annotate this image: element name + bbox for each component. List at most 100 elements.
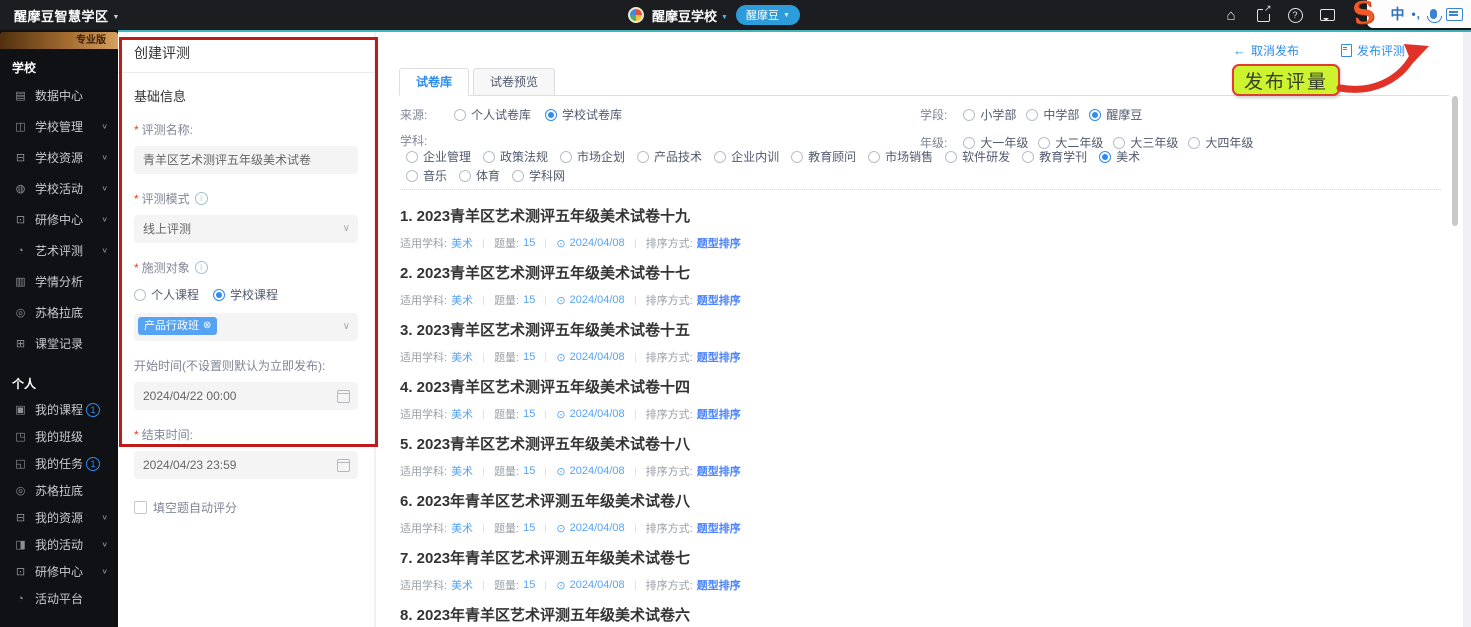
- subject-option[interactable]: 产品技术: [637, 148, 702, 165]
- clock-icon: [556, 465, 565, 478]
- radio-personal-course[interactable]: 个人课程: [134, 286, 199, 303]
- sidebar-item-my-tasks[interactable]: 我的任务 1: [0, 450, 118, 477]
- paper-title[interactable]: 1. 2023青羊区艺术测评五年级美术试卷十九: [400, 196, 1449, 226]
- paper-title[interactable]: 8. 2023年青羊区艺术评测五年级美术试卷六: [400, 595, 1449, 625]
- sidebar-item-school-resources[interactable]: 学校资源: [0, 142, 118, 173]
- assessment-name-input[interactable]: 青羊区艺术测评五年级美术试卷: [134, 146, 358, 174]
- microphone-icon[interactable]: [1430, 9, 1437, 19]
- grade-option[interactable]: 大一年级: [963, 134, 1028, 151]
- radio-stage-primary[interactable]: 小学部: [963, 106, 1016, 123]
- paper-meta: 适用学科:美术 题量:15 2024/04/08 排序方式:题型排序: [400, 292, 1449, 308]
- panel-title: 创建评测: [118, 32, 374, 73]
- paper-title[interactable]: 3. 2023青羊区艺术测评五年级美术试卷十五: [400, 310, 1449, 340]
- cancel-publish-button[interactable]: 取消发布: [1233, 42, 1299, 59]
- radio-icon: [1099, 151, 1111, 163]
- subject-option[interactable]: 学科网: [512, 167, 565, 184]
- radio-icon: [545, 109, 557, 121]
- sidebar-item-my-classes[interactable]: 我的班级: [0, 423, 118, 450]
- checkbox-icon: [134, 501, 147, 514]
- sidebar-item-socrates-personal[interactable]: 苏格拉底: [0, 477, 118, 504]
- grade-label: 年级:: [920, 134, 947, 151]
- paper-title[interactable]: 5. 2023青羊区艺术测评五年级美术试卷十八: [400, 424, 1449, 454]
- paper-item: 2. 2023青羊区艺术测评五年级美术试卷十七 适用学科:美术 题量:15 20…: [400, 253, 1449, 310]
- sidebar-item-socrates[interactable]: 苏格拉底: [0, 297, 118, 328]
- chevron-down-icon: [101, 540, 108, 549]
- my-resources-icon: [14, 511, 27, 524]
- keyboard-icon[interactable]: [1446, 8, 1463, 21]
- paper-title[interactable]: 6. 2023年青羊区艺术评测五年级美术试卷八: [400, 481, 1449, 511]
- clock-icon: [556, 408, 565, 421]
- subject-option[interactable]: 教育顾问: [791, 148, 856, 165]
- ime-language-toggle[interactable]: 中: [1390, 4, 1404, 24]
- sidebar-item-training-center[interactable]: 研修中心: [0, 204, 118, 235]
- school-badge-menu[interactable]: 醒摩豆: [736, 5, 800, 25]
- paper-title[interactable]: 2. 2023青羊区艺术测评五年级美术试卷十七: [400, 253, 1449, 283]
- school-name: 醒摩豆学校: [652, 6, 717, 25]
- info-icon[interactable]: [195, 192, 208, 205]
- activity-platform-icon: [14, 593, 27, 605]
- ime-punctuation-toggle[interactable]: •,: [1411, 7, 1421, 21]
- paper-meta: 适用学科:美术 题量:15 2024/04/08 排序方式:题型排序: [400, 406, 1449, 422]
- scrollbar-thumb[interactable]: [1452, 96, 1458, 226]
- sidebar-section-personal: 个人: [0, 365, 118, 396]
- radio-icon: [1038, 137, 1050, 149]
- sidebar-item-data-center[interactable]: 数据中心: [0, 80, 118, 111]
- radio-icon: [213, 289, 225, 301]
- classroom-records-icon: [14, 337, 27, 350]
- grade-option[interactable]: 大四年级: [1188, 134, 1253, 151]
- sidebar-item-training-center-personal[interactable]: 研修中心: [0, 558, 118, 585]
- share-icon[interactable]: [1257, 9, 1270, 22]
- chevron-down-icon: [101, 513, 108, 522]
- subject-option[interactable]: 企业内训: [714, 148, 779, 165]
- autoscore-checkbox-row[interactable]: 填空题自动评分: [134, 499, 358, 516]
- help-icon[interactable]: [1288, 8, 1303, 23]
- class-multiselect[interactable]: 产品行政班: [134, 313, 358, 341]
- sidebar-item-learning-analysis[interactable]: 学情分析: [0, 266, 118, 297]
- sidebar-item-school-activities[interactable]: 学校活动: [0, 173, 118, 204]
- close-icon[interactable]: [203, 319, 211, 333]
- start-time-input[interactable]: 2024/04/22 00:00: [134, 382, 358, 410]
- radio-icon: [406, 170, 418, 182]
- district-menu[interactable]: 醒摩豆智慧学区: [14, 0, 120, 30]
- tab-paper-preview[interactable]: 试卷预览: [473, 68, 555, 96]
- create-assessment-panel: 创建评测 基础信息 评测名称: 青羊区艺术测评五年级美术试卷 评测模式 线上评测…: [118, 32, 374, 627]
- school-menu[interactable]: 醒摩豆学校: [652, 6, 728, 25]
- tab-paper-library[interactable]: 试卷库: [399, 68, 469, 96]
- school-switcher: 醒摩豆学校 醒摩豆: [628, 0, 800, 30]
- subject-option[interactable]: 音乐: [406, 167, 447, 184]
- class-tag: 产品行政班: [138, 317, 217, 335]
- sidebar-item-my-resources[interactable]: 我的资源: [0, 504, 118, 531]
- paper-title[interactable]: 7. 2023年青羊区艺术评测五年级美术试卷七: [400, 538, 1449, 568]
- sidebar-item-activity-platform[interactable]: 活动平台: [0, 585, 118, 612]
- edition-tab[interactable]: 专业版: [0, 32, 118, 49]
- assessment-mode-select[interactable]: 线上评测: [134, 215, 358, 243]
- sidebar-item-school-management[interactable]: 学校管理: [0, 111, 118, 142]
- sidebar-item-art-assessment[interactable]: 艺术评测: [0, 235, 118, 266]
- training-center-icon: [14, 565, 27, 578]
- subject-option[interactable]: 政策法规: [483, 148, 548, 165]
- back-arrow-icon: [1233, 43, 1246, 58]
- subject-option[interactable]: 市场企划: [560, 148, 625, 165]
- home-icon[interactable]: [1223, 7, 1239, 23]
- data-center-icon: [14, 89, 27, 102]
- sogou-logo[interactable]: S: [1351, 0, 1377, 32]
- grade-option[interactable]: 大三年级: [1113, 134, 1178, 151]
- paper-title[interactable]: 4. 2023青羊区艺术测评五年级美术试卷十四: [400, 367, 1449, 397]
- radio-school-course[interactable]: 学校课程: [213, 286, 278, 303]
- radio-stage-middle[interactable]: 中学部: [1026, 106, 1079, 123]
- radio-school-library[interactable]: 学校试卷库: [545, 106, 622, 123]
- my-tasks-icon: [14, 457, 27, 470]
- learning-analysis-icon: [14, 275, 27, 288]
- end-time-input[interactable]: 2024/04/23 23:59: [134, 451, 358, 479]
- grade-option[interactable]: 大二年级: [1038, 134, 1103, 151]
- sidebar-item-classroom-records[interactable]: 课堂记录: [0, 328, 118, 359]
- sidebar-item-my-activities[interactable]: 我的活动: [0, 531, 118, 558]
- info-icon[interactable]: [195, 261, 208, 274]
- radio-personal-library[interactable]: 个人试卷库: [454, 106, 531, 123]
- sidebar-item-my-courses[interactable]: 我的课程 1: [0, 396, 118, 423]
- subject-option[interactable]: 企业管理: [406, 148, 471, 165]
- calendar-icon: [337, 390, 350, 403]
- radio-stage-habook[interactable]: 醒摩豆: [1089, 106, 1142, 123]
- chat-icon[interactable]: [1320, 9, 1335, 21]
- subject-option[interactable]: 体育: [459, 167, 500, 184]
